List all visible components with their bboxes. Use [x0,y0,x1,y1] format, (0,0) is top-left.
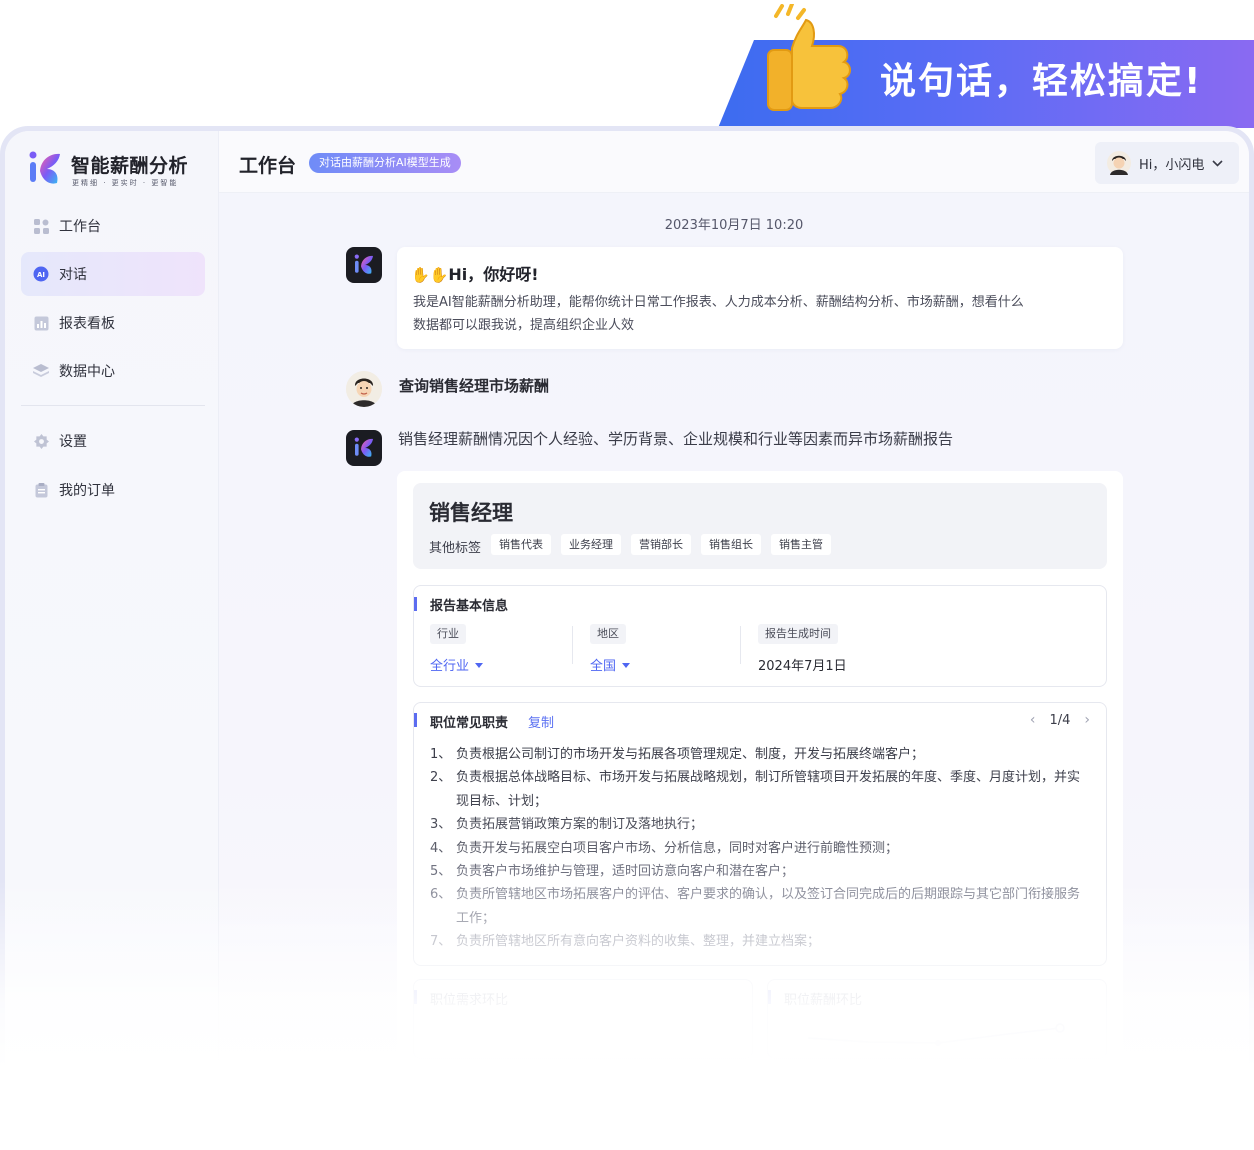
list-item: 3、 负责拓展营销政策方案的制订及落地执行； [430,817,704,833]
section-marker [414,597,417,611]
waving-hands-icon: ✋✋ [411,266,449,284]
sidebar-item-label: 报表看板 [59,316,115,332]
clipboard-icon [33,482,49,498]
bot-avatar [346,247,382,283]
chevron-left-icon[interactable]: ‹ [1030,712,1036,728]
user-menu[interactable]: Hi，小闪电 [1095,142,1239,184]
sidebar-item-chat[interactable]: AI 对话 [21,252,205,296]
salary-trend-card: 职位薪酬环比 [767,979,1107,1059]
chat-area: 2023年10月7日 10:20 ✋✋Hi，你好呀! 我是AI智能薪酬分析助理，… [219,193,1249,1150]
trend-sparkline [807,1023,1065,1046]
layers-icon [33,363,49,379]
duties-pager: ‹ 1/4 › [1030,712,1090,728]
greeting-title: ✋✋Hi，你好呀! [411,265,539,284]
card-title: 职位需求环比 [430,993,509,1008]
caret-down-icon [622,663,631,668]
caret-down-icon [475,663,484,668]
chart-icon [33,315,49,331]
list-item: 7、 负责所管辖地区所有意向客户资料的收集、整理，并建立档案； [430,934,821,950]
section-marker [414,713,417,727]
sidebar-item-label: 对话 [59,267,87,283]
sidebar-item-settings[interactable]: 设置 [21,419,205,463]
sidebar-item-data-center[interactable]: 数据中心 [21,349,205,393]
sidebar-item-label: 数据中心 [59,364,115,380]
report-date: 2024年7月1日 [758,659,847,674]
brand-logo [29,151,60,184]
field-label-region: 地区 [590,624,626,644]
grid-icon [33,218,49,234]
section-title: 报告基本信息 [430,599,509,614]
sidebar-item-label: 工作台 [59,219,101,235]
sidebar-item-label: 我的订单 [59,483,115,499]
duties-section: 职位常见职责 复制 ‹ 1/4 › 1、 负责根据公司制订的市场开发与拓展各项管理… [413,702,1107,966]
brand-subtitle: 更精细 · 更实时 · 更智能 [72,179,179,187]
divider [572,626,573,664]
role-tag[interactable]: 业务经理 [561,534,621,555]
avatar [1107,151,1131,175]
salary-report-card: 销售经理 其他标签 销售代表 业务经理 营销部长 销售组长 销售主管 报告基本信… [397,471,1123,1091]
duties-list: 1、 负责根据公司制订的市场开发与拓展各项管理规定、制度，开发与拓展终端客户； 2… [430,743,1090,954]
svg-text:AI: AI [37,271,45,279]
copy-button[interactable]: 复制 [528,712,554,731]
section-marker [414,990,417,1004]
region-select[interactable]: 全国 [590,655,631,674]
list-item: 4、 负责开发与拓展空白项目客户市场、分析信息，同时对客户进行前瞻性预测； [430,840,899,856]
sidebar: 智能薪酬分析 更精细 · 更实时 · 更智能 工作台 AI 对话 报表看板 数据… [5,131,219,1150]
list-item: 1、 负责根据公司制订的市场开发与拓展各项管理规定、制度，开发与拓展终端客户； [430,747,925,762]
chevron-right-icon[interactable]: › [1084,712,1090,728]
ai-chat-icon: AI [33,266,49,282]
greeting-bubble: ✋✋Hi，你好呀! 我是AI智能薪酬分析助理，能帮你统计日常工作报表、人力成本分… [397,247,1123,349]
sidebar-divider [21,405,205,406]
field-label-industry: 行业 [430,624,466,644]
field-label-report-date: 报告生成时间 [758,624,838,644]
brand-logo-icon [354,437,373,457]
role-tag[interactable]: 销售主管 [771,534,831,555]
divider [740,626,741,664]
brand-logo-icon [354,254,373,274]
tags-label: 其他标签 [429,541,482,556]
section-title: 职位常见职责 [430,716,509,731]
demand-trend-card: 职位需求环比 [413,979,753,1059]
promo-text: 说句话，轻松搞定! [880,61,1203,102]
top-bar: 工作台 对话由薪酬分析AI模型生成 Hi，小闪电 [219,131,1249,193]
role-header: 销售经理 其他标签 销售代表 业务经理 营销部长 销售组长 销售主管 [413,483,1107,569]
industry-select[interactable]: 全行业 [430,655,484,674]
app-window: 智能薪酬分析 更精细 · 更实时 · 更智能 工作台 AI 对话 报表看板 数据… [5,131,1249,1150]
sidebar-item-reports[interactable]: 报表看板 [21,301,205,345]
bot-avatar [346,430,382,466]
chat-timestamp: 2023年10月7日 10:20 [664,218,804,233]
greeting-text: 我是AI智能薪酬分析助理，能帮你统计日常工作报表、人力成本分析、薪酬结构分析、市… [413,295,1024,333]
role-title: 销售经理 [429,501,513,525]
user-greeting: Hi，小闪电 [1139,157,1205,173]
role-tag[interactable]: 销售组长 [701,534,761,555]
sidebar-item-label: 设置 [59,434,87,450]
user-message: 查询销售经理市场薪酬 [399,377,550,395]
user-avatar [346,371,382,407]
role-tag[interactable]: 营销部长 [631,534,691,555]
page-title: 工作台 [239,155,297,177]
model-badge: 对话由薪酬分析AI模型生成 [309,153,461,173]
gear-icon [33,433,49,449]
bot-reply: 销售经理薪酬情况因个人经验、学历背景、企业规模和行业等因素而异市场薪酬报告 [398,430,954,448]
app-frame: 智能薪酬分析 更精细 · 更实时 · 更智能 工作台 AI 对话 报表看板 数据… [0,126,1254,1150]
basic-info-section: 报告基本信息 行业 全行业 地区 全国 报告生成时间 2024年7月1日 [413,585,1107,687]
chevron-down-icon [1212,159,1223,167]
list-item: 5、 负责客户市场维护与管理，适时回访意向客户和潜在客户； [430,864,795,880]
role-tag[interactable]: 销售代表 [491,534,551,555]
sidebar-item-orders[interactable]: 我的订单 [21,468,205,512]
thumbs-up-icon [767,4,851,111]
list-item: 2、 负责根据总体战略目标、市场开发与拓展战略规划，制订所管辖项目开发拓展的年度、… [430,770,1081,809]
brand-title: 智能薪酬分析 [71,155,189,177]
sidebar-item-workbench[interactable]: 工作台 [21,204,205,248]
page-indicator: 1/4 [1049,712,1071,728]
list-item: 6、 负责所管辖地区市场拓展客户的评估、客户要求的确认，以及签订合同完成后的后期跟… [430,887,1081,926]
